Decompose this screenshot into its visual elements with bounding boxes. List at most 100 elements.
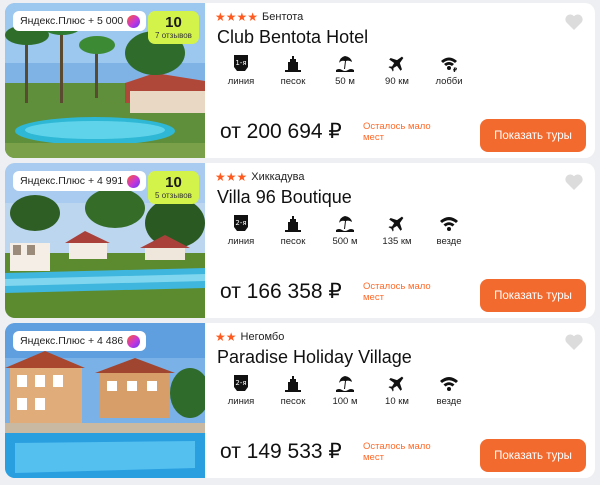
feature-label: линия: [227, 396, 255, 407]
sand-beach-icon: [285, 216, 301, 232]
plus-cashback-text: Яндекс.Плюс + 4 991: [20, 175, 124, 187]
stars-row: ★★★ Хиккадува: [215, 170, 305, 184]
feature-wifi: ₽ лобби: [423, 53, 475, 87]
favorite-heart-icon[interactable]: [564, 13, 584, 31]
hotel-name[interactable]: Club Bentota Hotel: [217, 27, 368, 48]
plus-coin-icon: [127, 14, 141, 28]
star-rating-icon: ★★★★: [215, 10, 259, 24]
rating-badge: 10 5 отзывов: [148, 171, 199, 204]
scarcity-note: Осталось мало мест: [363, 281, 431, 303]
feature-wifi: везде: [423, 373, 475, 407]
feature-label: линия: [227, 236, 255, 247]
price: от 149 533 ₽: [220, 440, 342, 463]
feature-label: песок: [280, 236, 306, 247]
beach-line-2-icon: 2-я: [234, 375, 248, 391]
rating-score: 10: [165, 13, 182, 31]
yandex-plus-badge: Яндекс.Плюс + 5 000: [13, 11, 147, 31]
feature-sea-distance: 50 м: [319, 53, 371, 87]
favorite-heart-icon[interactable]: [564, 333, 584, 351]
hotel-photo[interactable]: Яндекс.Плюс + 5 000 10 7 отзывов: [5, 3, 205, 158]
feature-label: 100 м: [332, 396, 358, 407]
beach-line-1-icon: 1-я: [234, 55, 248, 71]
svg-text:2-я: 2-я: [235, 219, 246, 227]
wifi-icon: [440, 377, 458, 391]
beach-line-2-icon: 2-я: [234, 215, 248, 231]
feature-label: 10 км: [385, 396, 409, 407]
hotel-info: ★★★ Хиккадува Villa 96 Boutique 2-я лини…: [215, 163, 595, 318]
hotel-photo[interactable]: Яндекс.Плюс + 4 486: [5, 323, 205, 478]
feature-label: 90 км: [385, 76, 409, 87]
hotel-features: 2-я линия песок 500 м 135 км везде: [215, 213, 475, 247]
hotel-card[interactable]: Яндекс.Плюс + 5 000 10 7 отзывов ★★★★ Бе…: [5, 3, 595, 158]
hotel-name[interactable]: Villa 96 Boutique: [217, 187, 352, 208]
feature-label: лобби: [435, 76, 463, 87]
hotel-name[interactable]: Paradise Holiday Village: [217, 347, 412, 368]
star-rating-icon: ★★★: [215, 170, 248, 184]
plus-cashback-text: Яндекс.Плюс + 5 000: [20, 15, 124, 27]
price: от 166 358 ₽: [220, 280, 342, 303]
feature-sea-distance: 500 м: [319, 213, 371, 247]
feature-airport-distance: 10 км: [371, 373, 423, 407]
hotel-info: ★★ Негомбо Paradise Holiday Village 2-я …: [215, 323, 595, 478]
hotel-photo[interactable]: Яндекс.Плюс + 4 991 10 5 отзывов: [5, 163, 205, 318]
feature-beach-type: песок: [267, 53, 319, 87]
feature-beach-line: 1-я линия: [215, 53, 267, 87]
feature-beach-type: песок: [267, 213, 319, 247]
svg-text:2-я: 2-я: [235, 379, 246, 387]
feature-label: 50 м: [335, 76, 355, 87]
sand-beach-icon: [285, 56, 301, 72]
svg-text:1-я: 1-я: [235, 59, 246, 67]
rating-badge: 10 7 отзывов: [148, 11, 199, 44]
star-rating-icon: ★★: [215, 330, 237, 344]
show-tours-button[interactable]: Показать туры: [480, 439, 586, 472]
feature-label: 500 м: [332, 236, 358, 247]
feature-beach-line: 2-я линия: [215, 373, 267, 407]
feature-sea-distance: 100 м: [319, 373, 371, 407]
show-tours-button[interactable]: Показать туры: [480, 279, 586, 312]
hotel-card[interactable]: Яндекс.Плюс + 4 991 10 5 отзывов ★★★ Хик…: [5, 163, 595, 318]
feature-label: 135 км: [382, 236, 412, 247]
reviews-count: 5 отзывов: [155, 190, 192, 200]
hotel-features: 1-я линия песок 50 м 90 км ₽ лобби: [215, 53, 475, 87]
price: от 200 694 ₽: [220, 120, 342, 143]
stars-row: ★★ Негомбо: [215, 330, 284, 344]
hotel-info: ★★★★ Бентота Club Bentota Hotel 1-я лини…: [215, 3, 595, 158]
feature-airport-distance: 135 км: [371, 213, 423, 247]
feature-airport-distance: 90 км: [371, 53, 423, 87]
hotel-list: Яндекс.Плюс + 5 000 10 7 отзывов ★★★★ Бе…: [0, 0, 600, 485]
wifi-icon: [440, 217, 458, 231]
feature-wifi: везде: [423, 213, 475, 247]
stars-row: ★★★★ Бентота: [215, 10, 303, 24]
hotel-location: Бентота: [262, 11, 304, 23]
feature-label: линия: [227, 76, 255, 87]
airport-distance-icon: [388, 376, 404, 392]
sand-beach-icon: [285, 376, 301, 392]
sea-distance-icon: [336, 216, 354, 232]
feature-label: песок: [280, 396, 306, 407]
hotel-location: Хиккадува: [251, 171, 305, 183]
sea-distance-icon: [336, 376, 354, 392]
favorite-heart-icon[interactable]: [564, 173, 584, 191]
scarcity-note: Осталось мало мест: [363, 121, 431, 143]
feature-beach-line: 2-я линия: [215, 213, 267, 247]
feature-label: везде: [436, 396, 462, 407]
wifi-paid-icon: ₽: [441, 57, 457, 73]
reviews-count: 7 отзывов: [155, 30, 192, 40]
show-tours-button[interactable]: Показать туры: [480, 119, 586, 152]
scarcity-note: Осталось мало мест: [363, 441, 431, 463]
feature-beach-type: песок: [267, 373, 319, 407]
plus-cashback-text: Яндекс.Плюс + 4 486: [20, 335, 124, 347]
hotel-features: 2-я линия песок 100 м 10 км везде: [215, 373, 475, 407]
plus-coin-icon: [127, 174, 141, 188]
yandex-plus-badge: Яндекс.Плюс + 4 486: [13, 331, 147, 351]
hotel-card[interactable]: Яндекс.Плюс + 4 486 ★★ Негомбо Paradise …: [5, 323, 595, 478]
plus-coin-icon: [127, 334, 141, 348]
feature-label: песок: [280, 76, 306, 87]
sea-distance-icon: [336, 56, 354, 72]
yandex-plus-badge: Яндекс.Плюс + 4 991: [13, 171, 147, 191]
feature-label: везде: [436, 236, 462, 247]
airport-distance-icon: [388, 216, 404, 232]
airport-distance-icon: [388, 56, 404, 72]
rating-score: 10: [165, 173, 182, 191]
svg-text:₽: ₽: [453, 67, 457, 73]
